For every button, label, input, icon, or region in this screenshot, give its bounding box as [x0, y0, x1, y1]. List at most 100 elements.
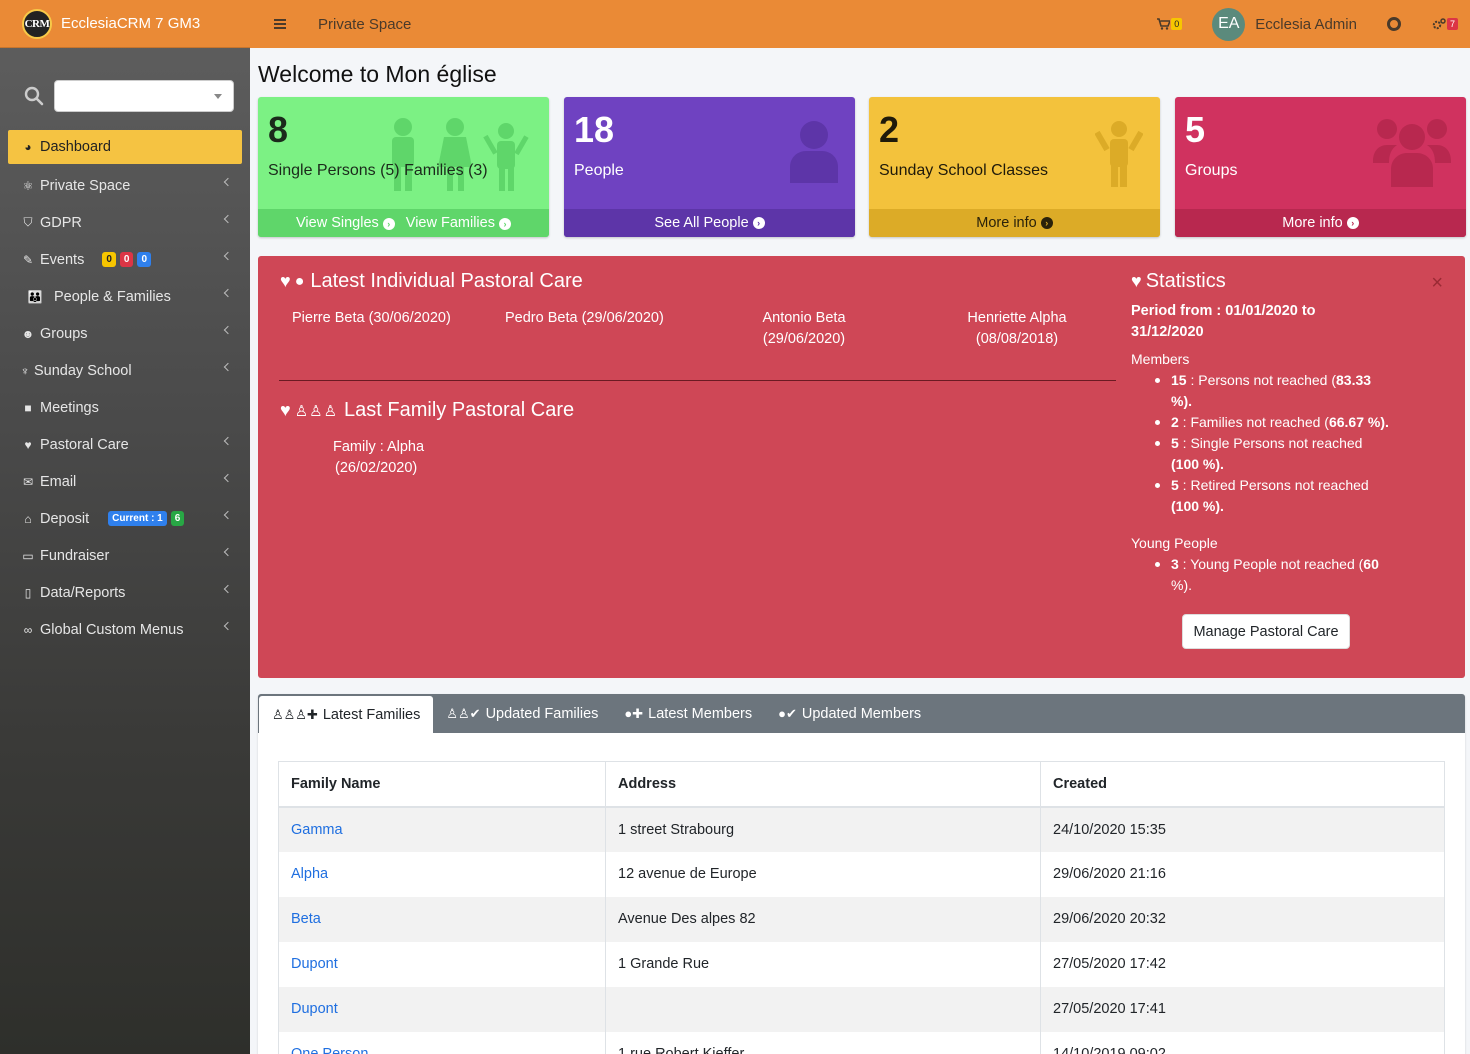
tab-latest-members[interactable]: ●✚ Latest Members — [611, 694, 765, 733]
address-cell — [605, 986, 1041, 1032]
page-title: Welcome to Mon église — [258, 61, 497, 87]
family-link[interactable]: Dupont — [291, 1001, 338, 1017]
user-name-link[interactable]: Ecclesia Admin — [1255, 16, 1357, 33]
sidebar-item-sunday-school[interactable]: ♆ Sunday School — [0, 352, 250, 389]
sidebar-item-dashboard[interactable]: ◕ Dashboard — [8, 130, 242, 164]
bank-icon: ⌂ — [24, 511, 32, 526]
pastoral-person-link[interactable]: Pedro Beta (29/06/2020) — [505, 308, 664, 329]
table-row: Beta Avenue Des alpes 82 29/06/2020 20:32 — [278, 896, 1445, 942]
latest-families-table: Family Name Address Created Gamma 1 stree… — [278, 761, 1445, 1054]
heartbeat-icon: ♥ — [1131, 271, 1142, 291]
family-icon: ♙♙♙ — [294, 402, 339, 420]
view-singles-link[interactable]: View Singles › — [296, 215, 395, 231]
envelope-icon: ✉ — [22, 474, 34, 489]
created-cell: 29/06/2020 20:32 — [1040, 896, 1445, 942]
view-families-link[interactable]: View Families › — [406, 215, 511, 231]
brand-link[interactable]: CRM EcclesiaCRM 7 GM3 — [0, 0, 250, 48]
sidebar-item-fundraiser[interactable]: ▭ Fundraiser — [0, 537, 250, 574]
pastoral-person-link[interactable]: Antonio Beta (29/06/2020) — [754, 308, 854, 350]
money-icon: ▭ — [22, 548, 34, 563]
sidebar-item-label: People & Families — [54, 288, 171, 305]
support-lifebuoy-icon[interactable] — [1386, 17, 1401, 31]
brand-logo: CRM — [22, 8, 52, 39]
family-name-cell: One Person — [278, 1031, 606, 1054]
navbar-right: 0 EA Ecclesia Admin 7 — [1157, 0, 1470, 48]
file-pdf-icon: ▯ — [24, 585, 32, 600]
column-header[interactable]: Created — [1040, 761, 1445, 808]
avatar[interactable]: EA — [1212, 7, 1246, 41]
table-row: Dupont 1 Grande Rue 27/05/2020 17:42 — [278, 941, 1445, 987]
family-link[interactable]: Beta — [291, 911, 321, 927]
top-title-link[interactable]: Private Space — [318, 16, 411, 33]
sidebar-item-pastoral-care[interactable]: ♥ Pastoral Care — [0, 426, 250, 463]
pastoral-person-link[interactable]: Henriette Alpha (08/08/2018) — [958, 308, 1076, 350]
table-row: One Person 1 rue Robert Kieffer 14/10/2019… — [278, 1031, 1445, 1054]
sidebar-item-private-space[interactable]: ⚛ Private Space — [0, 167, 250, 204]
chevron-left-icon — [223, 325, 233, 335]
family-link[interactable]: Dupont — [291, 956, 338, 972]
search-select[interactable] — [54, 79, 234, 112]
young-stats-list: 3 : Young People not reached (60%). — [1155, 554, 1421, 596]
column-header[interactable]: Family Name — [278, 761, 606, 808]
family-name-cell: Dupont — [278, 941, 606, 987]
chevron-left-icon — [223, 436, 233, 446]
user-icon — [790, 121, 838, 183]
people-label: People — [574, 162, 624, 179]
list-item: 3 : Young People not reached (60%). — [1155, 554, 1421, 596]
sidebar-item-label: Sunday School — [34, 362, 132, 379]
sidebar-item-label: GDPR — [40, 214, 82, 231]
brand-title: EcclesiaCRM 7 GM3 — [61, 15, 201, 32]
sidebar-item-label: Pastoral Care — [40, 436, 129, 453]
sidebar-item-people-families[interactable]: 👪 People & Families — [0, 278, 250, 315]
tab-updated-families[interactable]: ♙♙✔ Updated Families — [433, 694, 611, 733]
groups-more-info-link[interactable]: More info › — [1175, 209, 1466, 237]
close-icon[interactable]: × — [1431, 272, 1443, 295]
tab-updated-members[interactable]: ●✔ Updated Members — [765, 694, 934, 733]
sidebar-item-groups[interactable]: ☻ Groups — [0, 315, 250, 352]
family-link[interactable]: Alpha — [291, 866, 328, 882]
main-content: Welcome to Mon église 8 Single Persons (… — [250, 48, 1470, 1054]
sidebar-item-gdpr[interactable]: ⛉ GDPR — [0, 204, 250, 241]
pastoral-family-link[interactable]: Family : Alpha (26/02/2020) — [333, 437, 424, 479]
address-cell: 1 Grande Rue — [605, 941, 1041, 987]
see-all-people-link[interactable]: See All People › — [564, 209, 855, 237]
manage-pastoral-care-button[interactable]: Manage Pastoral Care — [1182, 614, 1350, 649]
sidebar-item-deposit[interactable]: ⌂ Deposit Current : 1 6 — [0, 500, 250, 537]
column-header[interactable]: Address — [605, 761, 1041, 808]
arrow-circle-right-icon: › — [498, 218, 511, 230]
address-cell: 1 rue Robert Kieffer — [605, 1031, 1041, 1054]
family-name-cell: Beta — [278, 896, 606, 942]
singles-families-label: Single Persons (5) Families (3) — [268, 162, 488, 179]
sunday-school-box: 2 Sunday School Classes More info › — [869, 97, 1160, 237]
table-row: Alpha 12 avenue de Europe 29/06/2020 21:16 — [278, 851, 1445, 897]
arrow-circle-right-icon: › — [382, 218, 395, 230]
tab-latest-families[interactable]: ♙♙♙✚ Latest Families — [259, 696, 434, 733]
sidebar-item-meetings[interactable]: ■ Meetings — [0, 389, 250, 426]
sidebar-item-global-custom-menus[interactable]: ∞ Global Custom Menus — [0, 611, 250, 648]
pastoral-person-link[interactable]: Pierre Beta (30/06/2020) — [292, 308, 451, 329]
created-cell: 27/05/2020 17:42 — [1040, 941, 1445, 987]
groups-label: Groups — [1185, 162, 1238, 179]
sidebar-item-label: Events — [40, 251, 85, 268]
singles-families-footer: View Singles › View Families › — [258, 209, 549, 237]
menu-toggle-icon[interactable] — [274, 19, 286, 29]
sidebar-item-email[interactable]: ✉ Email — [0, 463, 250, 500]
cart-button[interactable]: 0 — [1157, 18, 1183, 30]
cart-icon — [1157, 18, 1171, 30]
family-link[interactable]: Gamma — [291, 822, 343, 838]
groups-count: 5 — [1185, 109, 1206, 150]
arrow-circle-right-icon: › — [1040, 217, 1053, 229]
family-name-cell: Alpha — [278, 851, 606, 897]
sidebar-item-events[interactable]: ✎ Events 0 0 0 — [0, 241, 250, 278]
sidebar-item-label: Email — [40, 473, 77, 490]
sunday-school-more-info-link[interactable]: More info › — [869, 209, 1160, 237]
sidebar-item-data-reports[interactable]: ▯ Data/Reports — [0, 574, 250, 611]
family-link[interactable]: One Person — [291, 1046, 368, 1054]
family-icon: 👪 — [27, 289, 43, 304]
sidebar-item-label: Data/Reports — [40, 584, 126, 601]
singles-families-count: 8 — [268, 109, 289, 150]
users-icon — [1373, 119, 1451, 187]
cart-count-badge: 0 — [1171, 18, 1183, 30]
statistics-body: Period from : 01/01/2020 to 31/12/2020 Me… — [1131, 301, 1421, 596]
settings-button[interactable]: 7 — [1432, 18, 1458, 30]
